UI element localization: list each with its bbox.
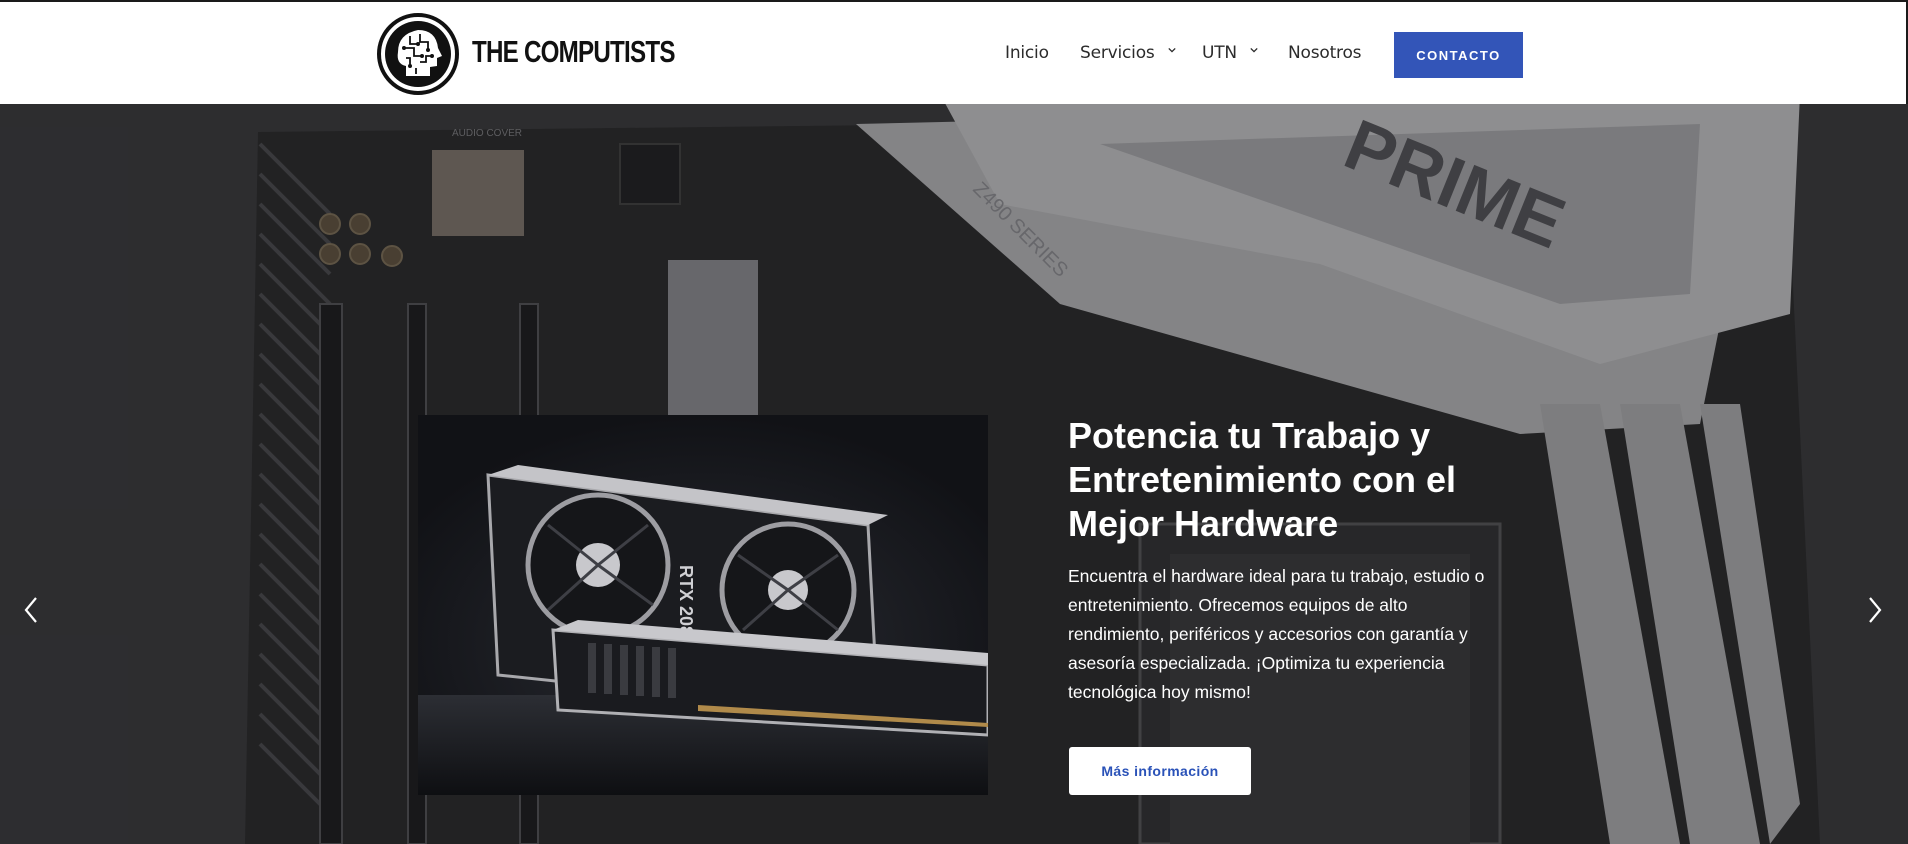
hero-title: Potencia tu Trabajo y Entretenimiento co…: [1068, 415, 1457, 544]
contact-button[interactable]: CONTACTO: [1394, 32, 1523, 78]
hero-slider: AUDIO COVER PRIME Z490 SERIES RTX 2080 P…: [0, 104, 1908, 844]
nav-nosotros[interactable]: Nosotros: [1288, 43, 1362, 63]
more-info-button[interactable]: Más información: [1069, 747, 1251, 795]
chevron-down-icon: [1168, 47, 1176, 53]
chevron-left-icon[interactable]: [16, 590, 46, 630]
nav-inicio[interactable]: Inicio: [1005, 43, 1049, 63]
hero-description: Encuentra el hardware ideal para tu trab…: [1068, 566, 1485, 702]
nav-utn[interactable]: UTN: [1202, 43, 1258, 63]
nav-servicios-label: Servicios: [1080, 43, 1155, 63]
brand-name[interactable]: THE COMPUTISTS: [472, 34, 675, 70]
circuit-brain-head-icon[interactable]: [376, 12, 460, 96]
site-header: THE COMPUTISTS Inicio Servicios UTN Noso…: [0, 0, 1908, 106]
nav-servicios[interactable]: Servicios: [1080, 43, 1176, 63]
chevron-right-icon[interactable]: [1860, 590, 1890, 630]
chevron-down-icon: [1250, 47, 1258, 53]
nav-utn-label: UTN: [1202, 43, 1237, 63]
nav-nosotros-label: Nosotros: [1288, 43, 1362, 63]
graphics-card-image: RTX 2080: [418, 415, 988, 795]
nav-inicio-label: Inicio: [1005, 43, 1049, 63]
